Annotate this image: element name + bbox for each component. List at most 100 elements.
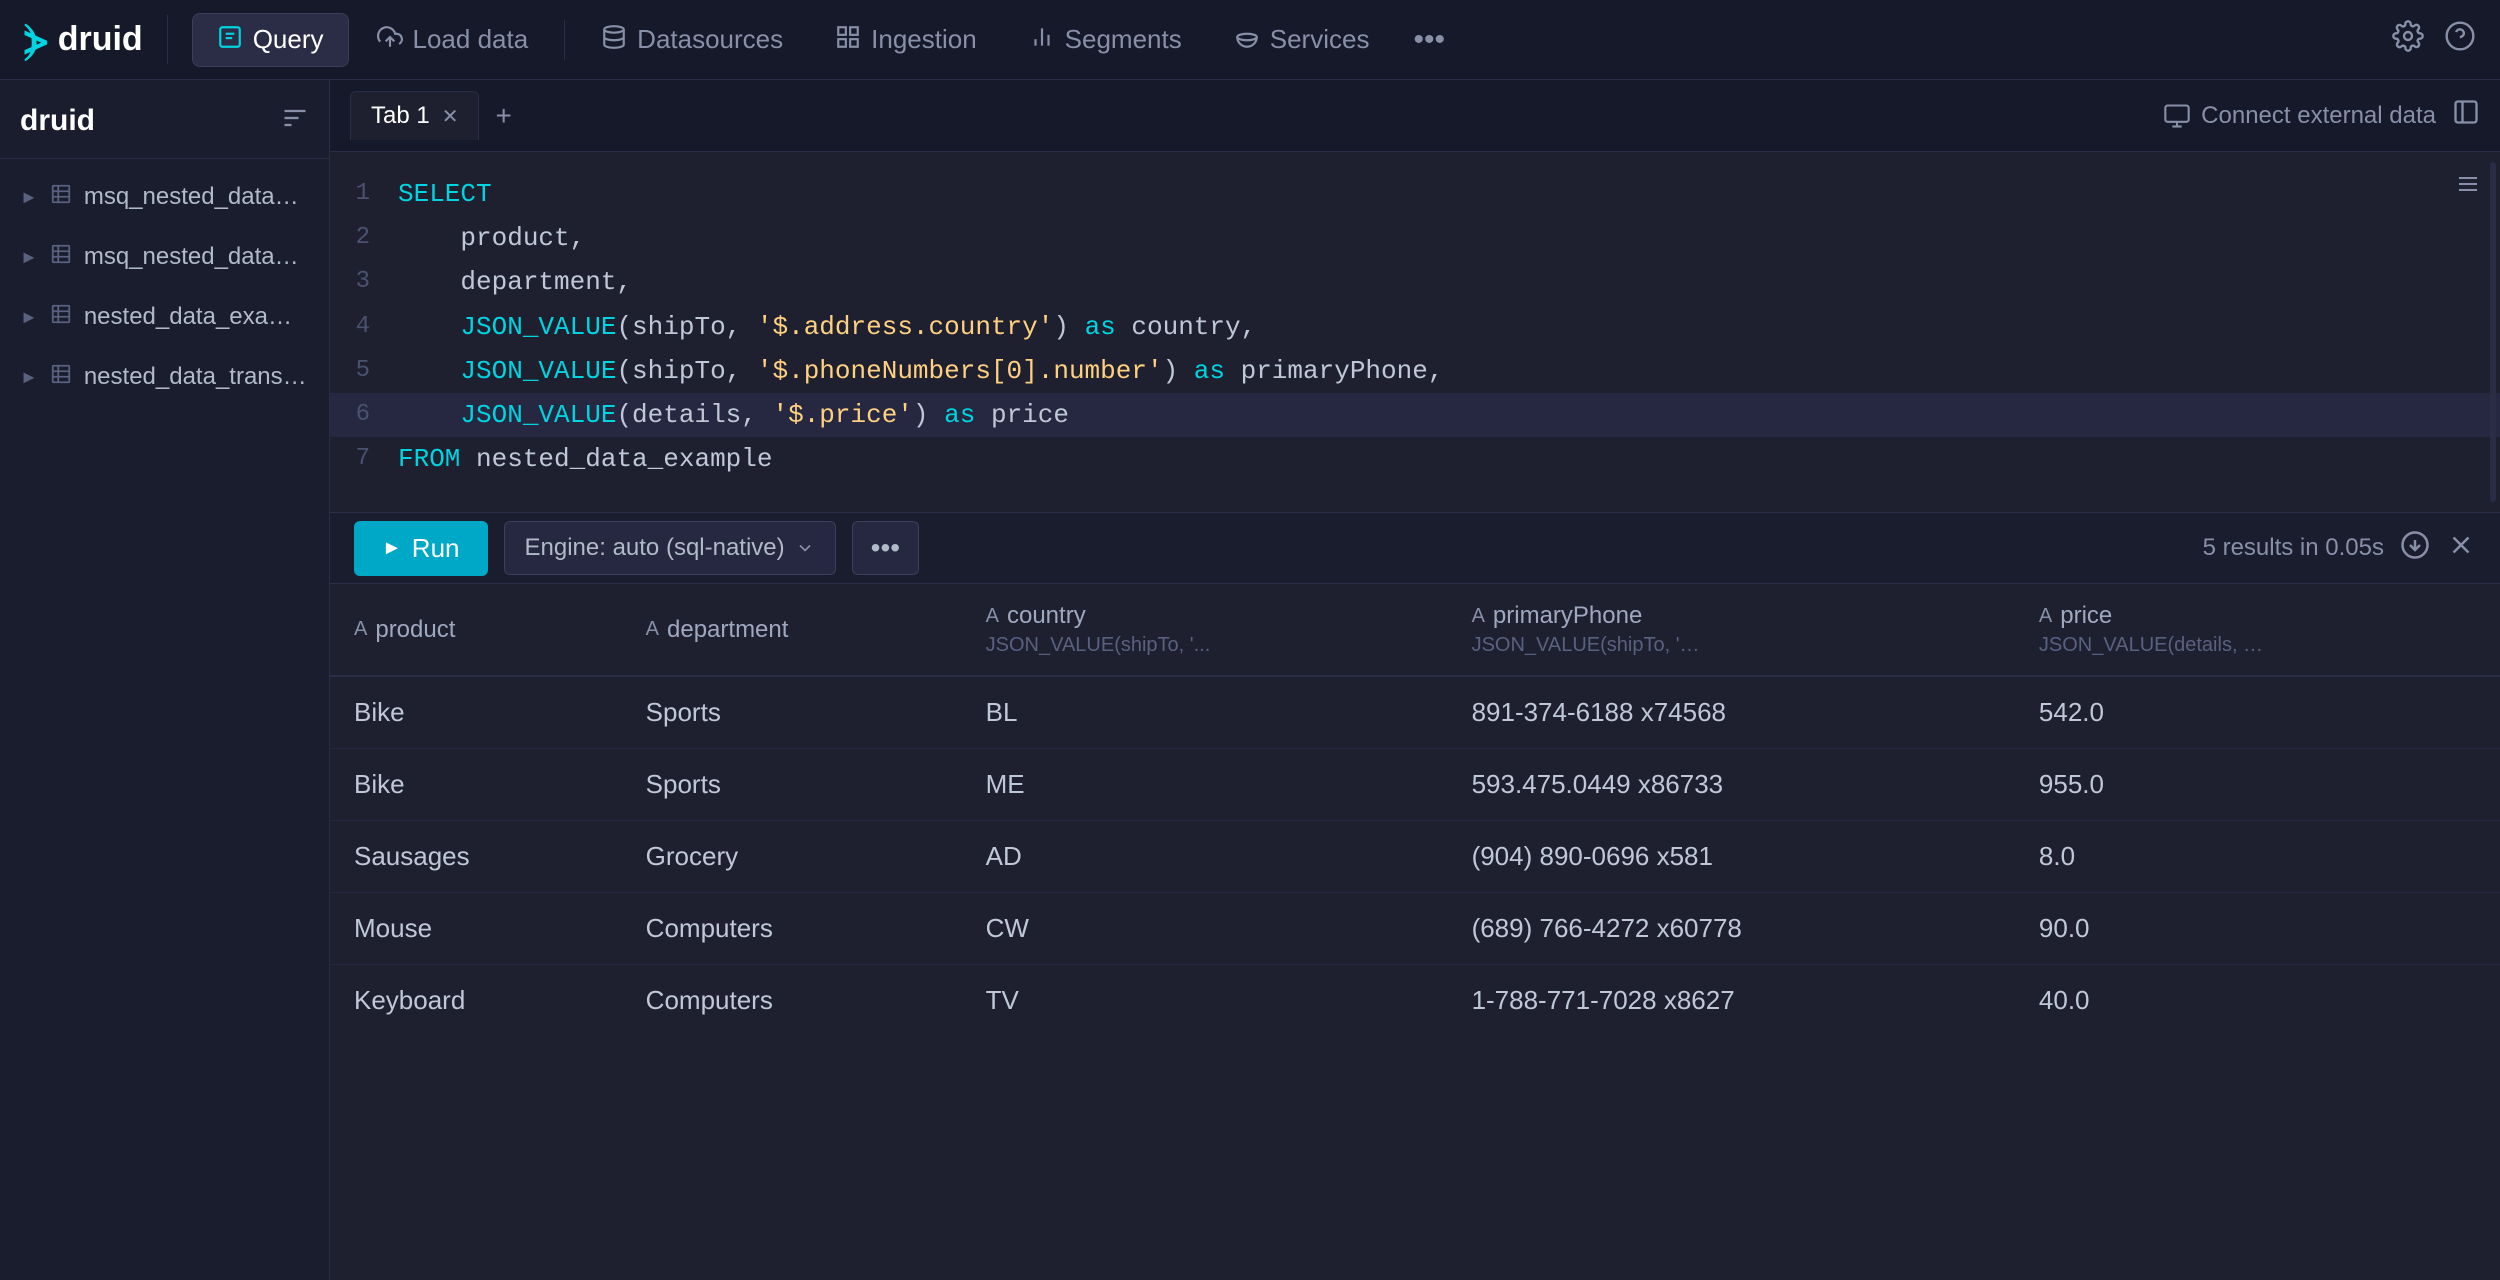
query-toolbar: ► Run Engine: auto (sql-native) ••• 5 re… <box>330 512 2500 584</box>
nav-item-load-data[interactable]: Load data <box>353 14 553 66</box>
editor-content: 1 SELECT 2 product, 3 department, 4 JSON… <box>330 152 2500 501</box>
table-row: MouseComputersCW(689) 766-4272 x6077890.… <box>330 893 2500 965</box>
segments-icon <box>1029 24 1055 56</box>
table-cell-primaryPhone: 1-788-771-7028 x8627 <box>1448 965 2015 1037</box>
table-cell-department: Sports <box>622 749 962 821</box>
results-area[interactable]: A product A department A <box>330 584 2500 1280</box>
editor-scrollbar[interactable] <box>2490 162 2496 502</box>
col-header-department[interactable]: A department <box>622 584 962 676</box>
engine-label: Engine: auto (sql-native) <box>525 534 785 562</box>
col-header-primaryphone[interactable]: A primaryPhone JSON_VALUE(shipTo, '… <box>1448 584 2015 676</box>
sidebar-item-name: msq_nested_data_transform_ex <box>84 243 309 271</box>
sidebar: druid ► msq_nested_data_example ► msq_ne… <box>0 80 330 1280</box>
sidebar-header: druid <box>0 80 329 159</box>
nav-more-button[interactable]: ••• <box>1397 13 1461 67</box>
editor-line: 6 JSON_VALUE(details, '$.price') as pric… <box>330 393 2500 437</box>
chevron-right-icon: ► <box>20 187 38 208</box>
table-row: SausagesGroceryAD(904) 890-0696 x5818.0 <box>330 821 2500 893</box>
sidebar-item[interactable]: ► msq_nested_data_example <box>0 167 329 227</box>
run-button[interactable]: ► Run <box>354 521 488 576</box>
engine-selector[interactable]: Engine: auto (sql-native) <box>504 521 836 575</box>
table-cell-price: 542.0 <box>2015 676 2500 749</box>
results-tbody: BikeSportsBL891-374-6188 x74568542.0Bike… <box>330 676 2500 1036</box>
logo-text: druid <box>58 20 143 59</box>
table-cell-product: Mouse <box>330 893 622 965</box>
col-header-price[interactable]: A price JSON_VALUE(details, … <box>2015 584 2500 676</box>
line-content: JSON_VALUE(shipTo, '$.address.country') … <box>390 305 2500 349</box>
table-cell-product: Keyboard <box>330 965 622 1037</box>
connect-external-button[interactable]: Connect external data <box>2163 102 2436 130</box>
line-content: FROM nested_data_example <box>390 437 2500 481</box>
line-content: product, <box>390 216 2500 260</box>
line-content: JSON_VALUE(shipTo, '$.phoneNumbers[0].nu… <box>390 349 2500 393</box>
query-icon <box>217 24 243 56</box>
tab-close-icon[interactable]: ✕ <box>442 104 459 129</box>
sidebar-item[interactable]: ► msq_nested_data_transform_ex <box>0 227 329 287</box>
col-type-icon: A <box>2039 605 2052 628</box>
help-icon[interactable] <box>2444 20 2476 60</box>
col-header-country[interactable]: A country JSON_VALUE(shipTo, '... <box>962 584 1448 676</box>
table-cell-department: Grocery <box>622 821 962 893</box>
nav-item-ingestion[interactable]: Ingestion <box>811 14 1001 66</box>
table-row: BikeSportsME593.475.0449 x86733955.0 <box>330 749 2500 821</box>
table-cell-primaryPhone: 593.475.0449 x86733 <box>1448 749 2015 821</box>
table-cell-country: TV <box>962 965 1448 1037</box>
run-label: Run <box>412 533 460 564</box>
logo: ⦔ druid <box>24 15 168 64</box>
nav-item-datasources-label: Datasources <box>637 24 783 55</box>
nav-item-segments[interactable]: Segments <box>1005 14 1206 66</box>
collapse-sidebar-icon[interactable] <box>2452 98 2480 133</box>
chevron-right-icon: ► <box>20 247 38 268</box>
table-cell-country: ME <box>962 749 1448 821</box>
settings-icon[interactable] <box>2392 20 2424 60</box>
content-area: Tab 1 ✕ + Connect external data 1 SELECT <box>330 80 2500 1280</box>
nav-items: Query Load data Datasources Ingestion S <box>192 13 2392 67</box>
connect-external-label: Connect external data <box>2201 102 2436 130</box>
sidebar-item[interactable]: ► nested_data_transform_exampl <box>0 347 329 407</box>
col-name: primaryPhone <box>1493 602 1642 630</box>
col-header-product[interactable]: A product <box>330 584 622 676</box>
nav-item-query[interactable]: Query <box>192 13 349 67</box>
table-cell-product: Sausages <box>330 821 622 893</box>
close-results-icon[interactable] <box>2446 530 2476 567</box>
col-name: price <box>2060 602 2112 630</box>
more-dots-label: ••• <box>871 532 900 564</box>
col-name: department <box>667 616 788 644</box>
table-cell-price: 955.0 <box>2015 749 2500 821</box>
table-cell-primaryPhone: (689) 766-4272 x60778 <box>1448 893 2015 965</box>
sidebar-title: druid <box>20 104 95 138</box>
download-icon[interactable] <box>2400 530 2430 567</box>
load-data-icon <box>377 24 403 56</box>
table-cell-product: Bike <box>330 676 622 749</box>
druid-logo-icon: ⦔ <box>24 15 46 64</box>
tab-add-button[interactable]: + <box>487 92 519 140</box>
datasources-icon <box>601 24 627 56</box>
nav-item-datasources[interactable]: Datasources <box>577 14 807 66</box>
top-nav: ⦔ druid Query Load data Datasources <box>0 0 2500 80</box>
nav-item-services[interactable]: Services <box>1210 14 1394 66</box>
editor-menu-icon[interactable] <box>2456 172 2480 203</box>
editor-line: 3 department, <box>330 260 2500 304</box>
col-name: country <box>1007 602 1086 630</box>
sidebar-item[interactable]: ► nested_data_example <box>0 287 329 347</box>
line-number: 3 <box>330 260 390 303</box>
nav-item-load-data-label: Load data <box>413 24 529 55</box>
table-cell-price: 40.0 <box>2015 965 2500 1037</box>
col-sub: JSON_VALUE(shipTo, '… <box>1472 634 1991 657</box>
chevron-right-icon: ► <box>20 367 38 388</box>
tab-1[interactable]: Tab 1 ✕ <box>350 91 479 140</box>
table-header-row: A product A department A <box>330 584 2500 676</box>
table-icon <box>50 303 72 331</box>
table-icon <box>50 183 72 211</box>
line-content: department, <box>390 260 2500 304</box>
editor-line: 1 SELECT <box>330 172 2500 216</box>
sidebar-sort-icon[interactable] <box>281 104 309 138</box>
editor-area[interactable]: 1 SELECT 2 product, 3 department, 4 JSON… <box>330 152 2500 512</box>
chevron-right-icon: ► <box>20 307 38 328</box>
services-icon <box>1234 24 1260 56</box>
more-options-button[interactable]: ••• <box>852 521 919 575</box>
table-icon <box>50 243 72 271</box>
line-number: 7 <box>330 437 390 480</box>
table-row: KeyboardComputersTV1-788-771-7028 x86274… <box>330 965 2500 1037</box>
table-cell-country: BL <box>962 676 1448 749</box>
